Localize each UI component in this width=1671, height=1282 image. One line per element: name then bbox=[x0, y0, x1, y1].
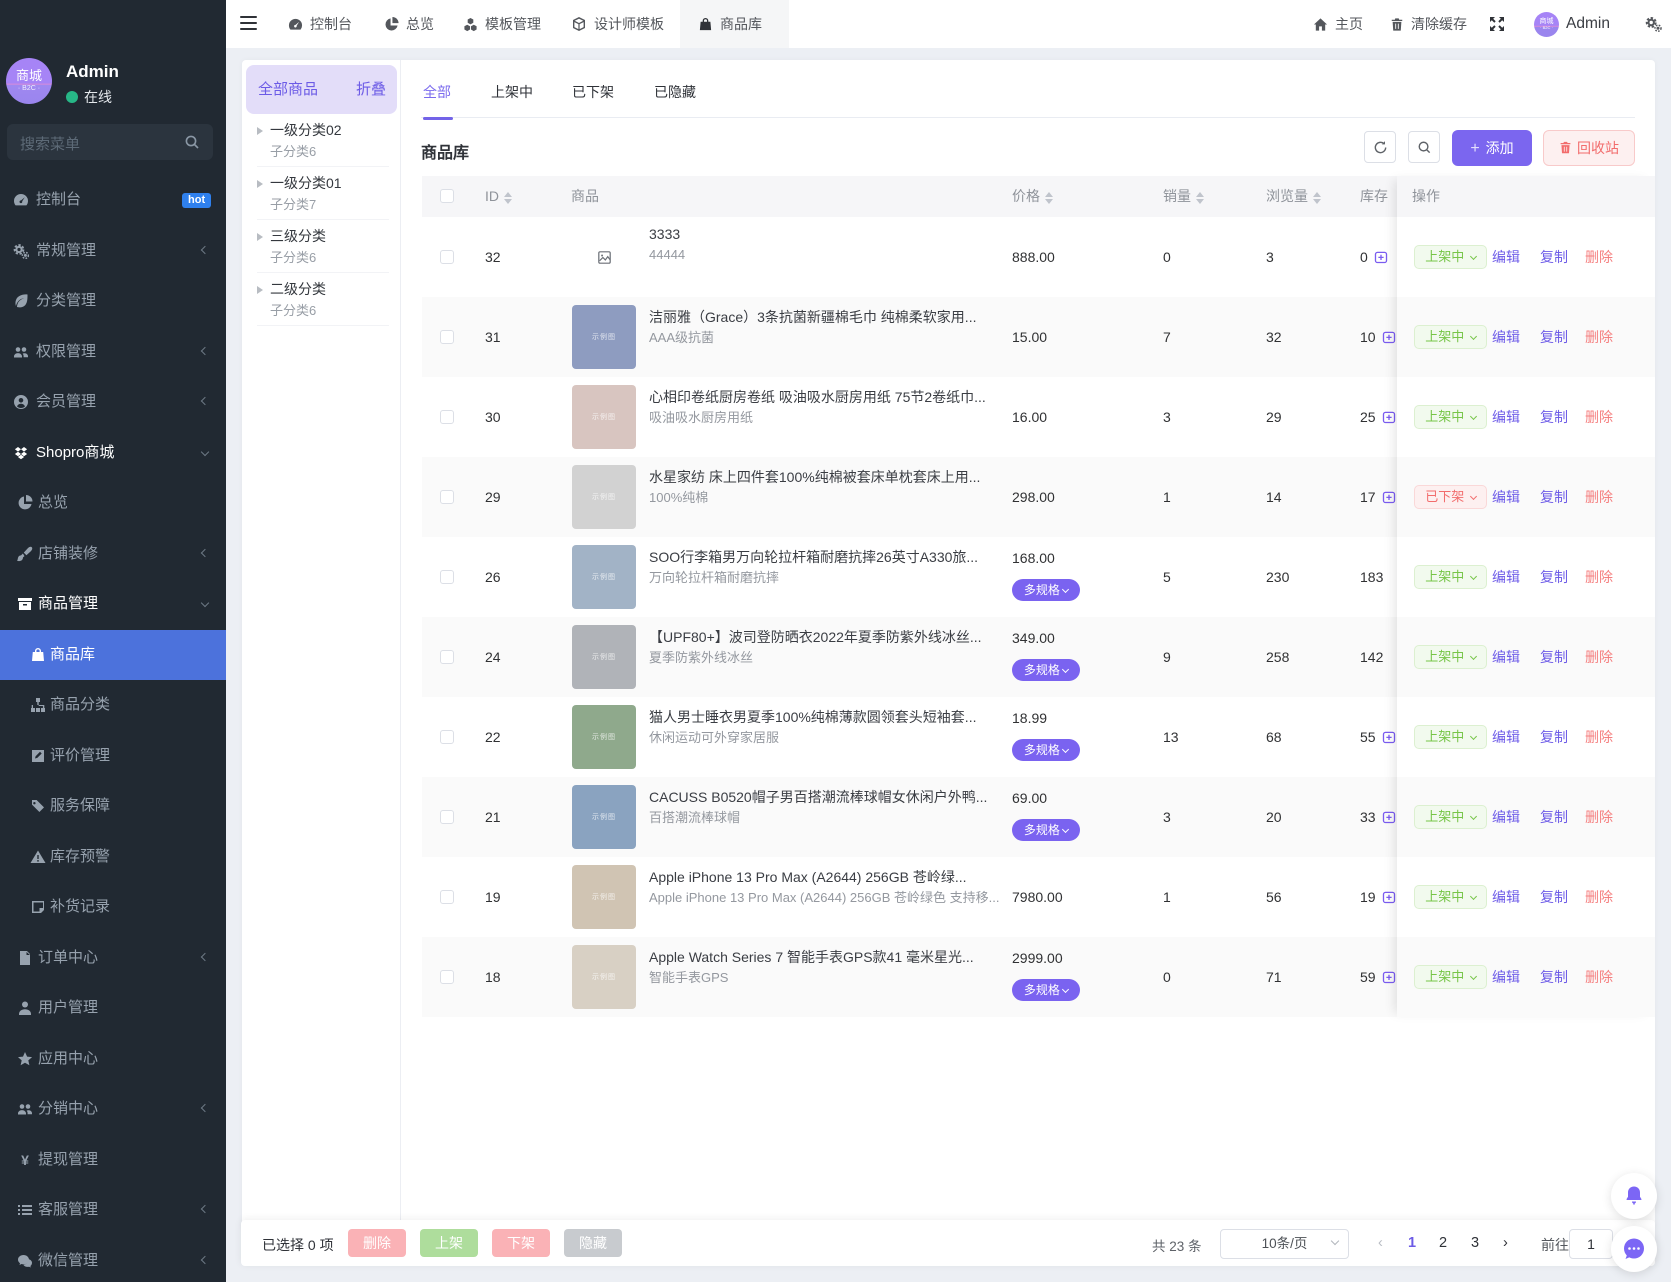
svg-text:¥: ¥ bbox=[21, 1152, 29, 1168]
